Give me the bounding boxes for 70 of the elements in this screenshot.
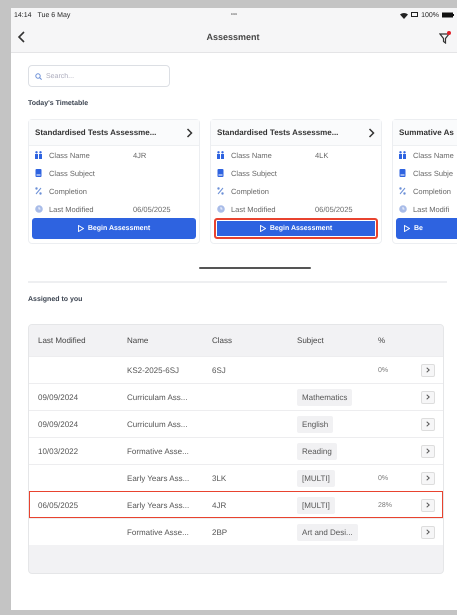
subject-tag: Reading (297, 442, 337, 460)
card-title: Standardised Tests Assessme... (217, 128, 340, 137)
card-title: Summative As (399, 128, 455, 137)
battery-icon (442, 12, 454, 18)
table-row[interactable]: 10/03/2022 Formative Asse... Reading (29, 437, 443, 464)
open-row-button[interactable] (421, 364, 435, 376)
chevron-right-icon (426, 367, 430, 373)
table-cell-text: 4JR (212, 500, 228, 510)
wifi-icon (400, 12, 408, 18)
open-row-button[interactable] (421, 472, 435, 484)
clock-icon (217, 205, 225, 213)
table-cell-text: Early Years Ass... (127, 500, 190, 510)
table-cell-text: 3LK (212, 474, 228, 482)
column-header: Class (212, 336, 234, 345)
open-row-button[interactable] (421, 498, 435, 512)
class-icon (217, 151, 225, 159)
play-icon (404, 225, 410, 232)
filter-icon[interactable] (439, 31, 451, 43)
table-cell-text: KS2-2025-6SJ (127, 366, 180, 374)
table-cell-text: 10/03/2022 (38, 446, 80, 456)
table-cell-text: 09/09/2024 (38, 392, 80, 402)
column-header: Subject (297, 336, 325, 345)
subject-tag: English (297, 416, 334, 432)
open-row-button[interactable] (421, 418, 435, 430)
table-cell-text: 09/09/2024 (38, 420, 80, 428)
percent-icon (217, 187, 225, 195)
percent-icon (399, 187, 407, 195)
chevron-right-icon (426, 421, 430, 427)
subject-tag: Art and Desi... (297, 524, 358, 540)
table-cell-text: 6SJ (212, 366, 227, 374)
table-row[interactable]: 09/09/2024 Curriculam Ass... Mathematics (29, 383, 443, 410)
chevron-right-icon (426, 475, 430, 481)
column-header: Last Modified (38, 336, 87, 345)
table-row[interactable]: 09/09/2024 Curriculum Ass... English (29, 410, 443, 437)
subject-tag: Mathematics (297, 388, 352, 406)
table-row[interactable]: Formative Asse... 2BP Art and Desi... (29, 518, 443, 545)
back-icon[interactable] (17, 31, 27, 43)
book-icon (399, 169, 407, 177)
table-cell-text: 06/05/2025 (38, 500, 80, 510)
table-cell-text: 2BP (212, 528, 228, 536)
screen-mirror-icon (411, 12, 418, 18)
book-icon (217, 169, 225, 177)
percent-icon (35, 187, 43, 195)
chevron-right-icon (426, 394, 430, 400)
table-cell-text: Curriculum Ass... (127, 420, 188, 428)
table-cell-text: Formative Asse... (127, 528, 190, 536)
chevron-right-icon (426, 448, 430, 454)
play-icon (260, 225, 266, 232)
open-row-button[interactable] (421, 526, 435, 538)
table-cell-text: Curriculam Ass... (127, 392, 188, 402)
table-cell-text: Early Years Ass... (127, 474, 190, 482)
subject-tag: [MULTI] (297, 496, 335, 514)
page-title: Assessment (205, 32, 261, 42)
open-row-button[interactable] (421, 390, 435, 404)
book-icon (35, 169, 43, 177)
class-icon (35, 151, 43, 159)
clock-icon (35, 205, 43, 213)
clock-icon (399, 205, 407, 213)
play-icon (78, 225, 84, 232)
column-header: % (378, 336, 386, 345)
class-icon (399, 151, 407, 159)
chevron-right-icon (426, 502, 430, 508)
column-header: Name (127, 336, 150, 345)
chevron-right-icon[interactable] (186, 128, 193, 138)
chevron-right-icon[interactable] (368, 128, 375, 138)
subject-tag: [MULTI] (297, 470, 335, 486)
chevron-right-icon (426, 529, 430, 535)
card-title: Standardised Tests Assessme... (35, 128, 158, 137)
table-cell-text: Formative Asse... (127, 446, 190, 456)
open-row-button[interactable] (421, 444, 435, 458)
